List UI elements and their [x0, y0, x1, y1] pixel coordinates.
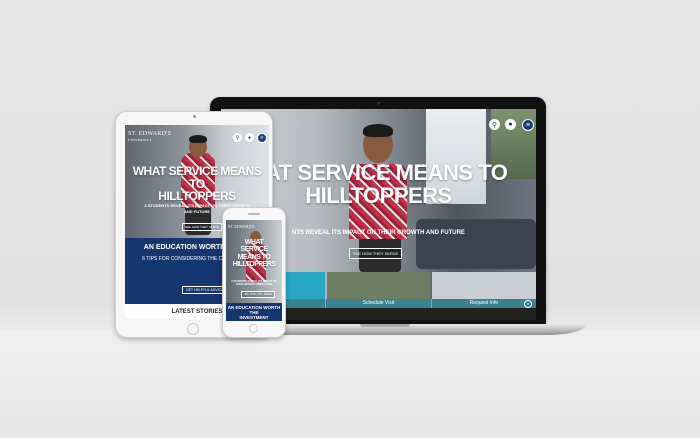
menu-icon[interactable]: ≡ [522, 119, 534, 131]
hero-title-line2: HILLTOPPERS [305, 183, 452, 209]
section-title: AN EDUCATION WORTH THE INVESTMENT [226, 305, 282, 321]
phone-home-button [249, 324, 258, 333]
tablet-camera [193, 115, 196, 118]
see-how-they-serve-button[interactable]: SEE HOW THEY SERVE [241, 291, 276, 298]
hero-sofa [416, 219, 536, 269]
hero-subtitle-line2: AND FUTURE [184, 209, 210, 215]
hero-title-line3: MEANS TO [237, 253, 271, 261]
user-icon[interactable]: ● [505, 119, 516, 130]
section-title-line1: AN EDUCATION WORTH THE [227, 305, 281, 315]
get-helpful-advice-button[interactable]: GET HELPFUL ADVICE [182, 286, 228, 294]
search-icon[interactable]: ⚲ [489, 119, 500, 130]
menu-icon[interactable]: ≡ [257, 133, 267, 143]
hero-title-line1: HAT SERVICE MEANS TO [249, 160, 508, 185]
hero-title: WHAT SERVICE MEANS TO HILLTOPPERS [125, 165, 269, 203]
investment-section: AN EDUCATION WORTH THE INVESTMENT [226, 303, 282, 321]
request-info-link[interactable]: Request Info [432, 299, 536, 308]
phone-speaker [248, 213, 260, 215]
close-icon[interactable]: × [524, 300, 532, 308]
floor-surface [0, 330, 700, 438]
content-tile[interactable] [432, 272, 536, 299]
hero-person-hair [363, 124, 393, 137]
section-title-line2: INVESTMENT [239, 314, 269, 320]
hero-title-line1: WHAT [244, 239, 264, 246]
hero-title-line2: HILLTOPPERS [158, 189, 236, 204]
laptop-camera [377, 102, 380, 105]
site-logo[interactable]: ST. EDWARD'S [228, 224, 254, 229]
logo-sub: UNIVERSITY [128, 138, 152, 142]
see-how-they-serve-button[interactable]: SEE HOW THEY SERVE [349, 248, 403, 259]
phone-screen: ST. EDWARD'S WHAT SERVICE MEANS TO HILLT… [226, 220, 282, 321]
logo-name: ST. EDWARD'S [128, 131, 172, 137]
site-logo[interactable]: ST. EDWARD'S UNIVERSITY [128, 131, 171, 143]
hero-title-line1: WHAT SERVICE MEANS TO [132, 164, 262, 191]
tablet-home-button [187, 323, 199, 335]
schedule-visit-link[interactable]: Schedule Visit [326, 299, 432, 308]
hero-person-hair [189, 135, 207, 143]
user-icon[interactable]: ● [245, 133, 254, 142]
hero-subtitle: 3 STUDENTS REVEAL ITS IMPACT ON THEIR GR… [231, 280, 277, 287]
hero-subtitle: NTS REVEAL ITS IMPACT ON THEIR GROWTH AN… [292, 230, 465, 236]
content-tile[interactable] [326, 272, 431, 299]
hero-title-line2: SERVICE [240, 246, 268, 254]
laptop-notch [360, 324, 410, 327]
hero-title: WHAT SERVICE MEANS TO HILLTOPPERS [226, 239, 282, 268]
see-how-they-serve-button[interactable]: SEE HOW THEY SERVE [182, 223, 222, 231]
hero-title-line4: HILLTOPPERS [232, 261, 276, 269]
search-icon[interactable]: ⚲ [233, 133, 242, 142]
